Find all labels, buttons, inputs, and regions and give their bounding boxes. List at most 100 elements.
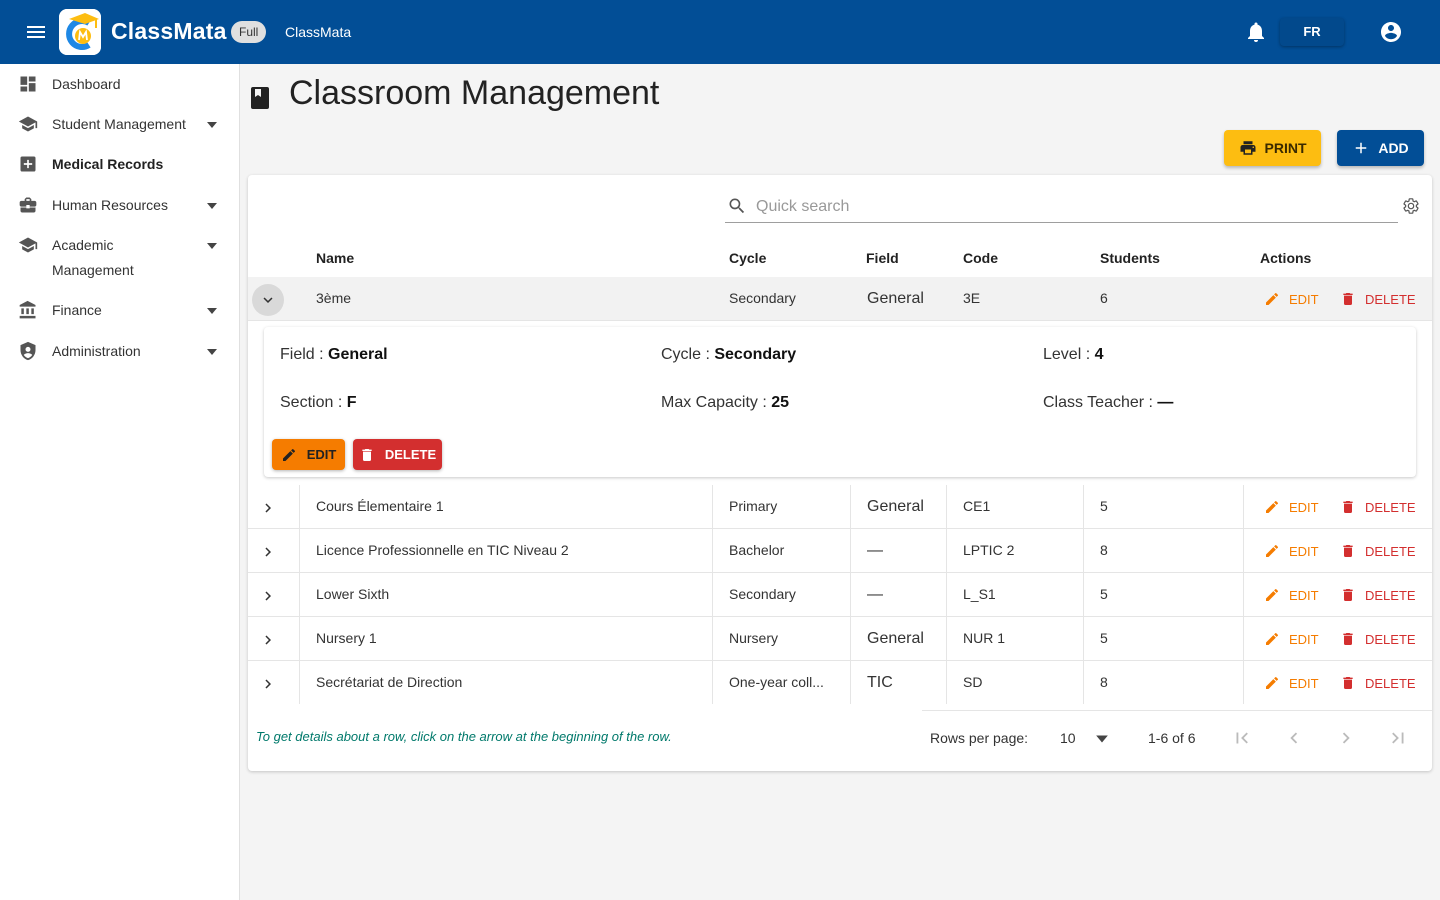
classroom-table-card: Name Cycle Field Code Students Actions 3… [248, 175, 1432, 771]
admin-shield-icon [18, 341, 38, 361]
pencil-icon [1266, 544, 1279, 557]
cell-cycle: One-year coll... [729, 674, 824, 690]
detail-field-value: General [328, 346, 388, 363]
detail-capacity-label: Max Capacity : [661, 394, 772, 411]
top-nav-link[interactable]: ClassMata [285, 24, 351, 40]
top-app-bar: ClassMata Full ClassMata FR [0, 0, 1440, 64]
trash-icon [362, 448, 372, 461]
row-edit-button[interactable]: EDIT [1264, 542, 1319, 560]
detail-edit-button[interactable]: EDIT [272, 439, 345, 470]
row-delete-button[interactable]: DELETE [1340, 586, 1416, 604]
table-row: 3ème Secondary General 3E 6 EDIT DELETE [248, 277, 1432, 321]
edit-label: EDIT [1289, 587, 1319, 603]
detail-section: Section : F [280, 394, 356, 412]
cell-name: Cours Élementaire 1 [316, 498, 444, 514]
settings-gear-icon[interactable] [1402, 197, 1420, 215]
table-row: Cours Élementaire 1 Primary General CE1 … [248, 485, 1432, 529]
expand-row-button[interactable] [252, 580, 284, 612]
sidebar-item-academic-management[interactable]: Academic Management [0, 233, 239, 285]
add-button[interactable]: ADD [1337, 130, 1424, 166]
expand-row-button[interactable] [252, 668, 284, 700]
expand-row-button[interactable] [252, 492, 284, 524]
row-delete-button[interactable]: DELETE [1340, 630, 1416, 648]
row-edit-button[interactable]: EDIT [1264, 674, 1319, 692]
sidebar-item-finance[interactable]: Finance [0, 298, 239, 323]
row-edit-button[interactable]: EDIT [1264, 498, 1319, 516]
cell-students: 5 [1100, 498, 1108, 514]
edit-label: EDIT [1289, 543, 1319, 559]
column-header-cycle[interactable]: Cycle [729, 250, 766, 266]
caret-down-icon [206, 345, 218, 357]
plus-icon [1356, 142, 1367, 154]
row-delete-button[interactable]: DELETE [1340, 542, 1416, 560]
print-button[interactable]: PRINT [1224, 130, 1321, 166]
trash-icon [1343, 293, 1353, 305]
sidebar-item-administration[interactable]: Administration [0, 339, 239, 364]
rows-per-page-select[interactable]: 10 [1060, 730, 1076, 746]
cell-cycle: Bachelor [729, 542, 785, 558]
pagination-range: 1-6 of 6 [1148, 730, 1196, 746]
column-header-students[interactable]: Students [1100, 250, 1160, 266]
cell-field: General [867, 630, 924, 647]
detail-level-value: 4 [1094, 346, 1104, 363]
printer-icon [1240, 141, 1255, 155]
detail-section-value: F [346, 394, 357, 411]
previous-page-icon[interactable] [1283, 727, 1305, 749]
row-delete-button[interactable]: DELETE [1340, 290, 1416, 308]
trash-icon [1343, 677, 1353, 689]
table-hint: To get details about a row, click on the… [256, 729, 672, 744]
sidebar-item-label: Dashboard [52, 76, 121, 92]
column-header-name[interactable]: Name [316, 250, 354, 266]
pencil-icon [282, 448, 295, 461]
caret-down-icon [206, 118, 218, 130]
rows-per-page-label: Rows per page: [930, 730, 1029, 746]
cell-code: SD [963, 674, 983, 690]
detail-max-capacity: Max Capacity : 25 [661, 394, 789, 412]
detail-teacher-value: — [1157, 394, 1174, 411]
column-header-code[interactable]: Code [963, 250, 998, 266]
bell-icon[interactable] [1244, 20, 1268, 44]
row-delete-button[interactable]: DELETE [1340, 674, 1416, 692]
table-row: Secrétariat de Direction One-year coll..… [248, 661, 1432, 705]
account-icon[interactable] [1379, 20, 1403, 44]
pencil-icon [1266, 292, 1279, 305]
language-button[interactable]: FR [1280, 18, 1344, 46]
last-page-icon[interactable] [1387, 727, 1409, 749]
detail-delete-button[interactable]: DELETE [353, 439, 442, 470]
row-delete-button[interactable]: DELETE [1340, 498, 1416, 516]
search-input[interactable] [756, 195, 1376, 219]
cell-field: General [867, 498, 924, 515]
pagination-divider [922, 710, 1432, 711]
plan-badge: Full [231, 21, 267, 43]
menu-icon[interactable] [22, 20, 50, 44]
search-bar [725, 191, 1398, 223]
sidebar: Dashboard Student Management Medical Rec… [0, 64, 240, 900]
sidebar-item-label: Student Management [52, 116, 186, 132]
sidebar-item-label: Human Resources [52, 197, 168, 213]
pencil-icon [1266, 676, 1279, 689]
first-page-icon[interactable] [1231, 727, 1253, 749]
edit-label: EDIT [306, 447, 337, 462]
row-edit-button[interactable]: EDIT [1264, 630, 1319, 648]
row-edit-button[interactable]: EDIT [1264, 586, 1319, 604]
cell-cycle: Secondary [729, 586, 796, 602]
delete-label: DELETE [1365, 499, 1416, 515]
sidebar-item-medical-records[interactable]: Medical Records [0, 152, 239, 177]
collapse-row-button[interactable] [252, 284, 284, 316]
column-header-field[interactable]: Field [866, 250, 899, 266]
sidebar-item-human-resources[interactable]: Human Resources [0, 193, 239, 218]
sidebar-item-dashboard[interactable]: Dashboard [0, 72, 239, 97]
sidebar-item-student-management[interactable]: Student Management [0, 112, 239, 137]
trash-icon [1343, 545, 1353, 557]
row-edit-button[interactable]: EDIT [1264, 290, 1319, 308]
sidebar-item-label: Academic Management [52, 237, 134, 278]
cell-code: L_S1 [963, 586, 996, 602]
expand-row-button[interactable] [252, 536, 284, 568]
app-logo [59, 9, 101, 55]
cell-name: Licence Professionnelle en TIC Niveau 2 [316, 542, 569, 558]
next-page-icon[interactable] [1335, 727, 1357, 749]
delete-label: DELETE [1365, 291, 1416, 307]
expand-row-button[interactable] [252, 624, 284, 656]
edit-label: EDIT [1289, 631, 1319, 647]
caret-down-icon[interactable] [1095, 732, 1109, 746]
